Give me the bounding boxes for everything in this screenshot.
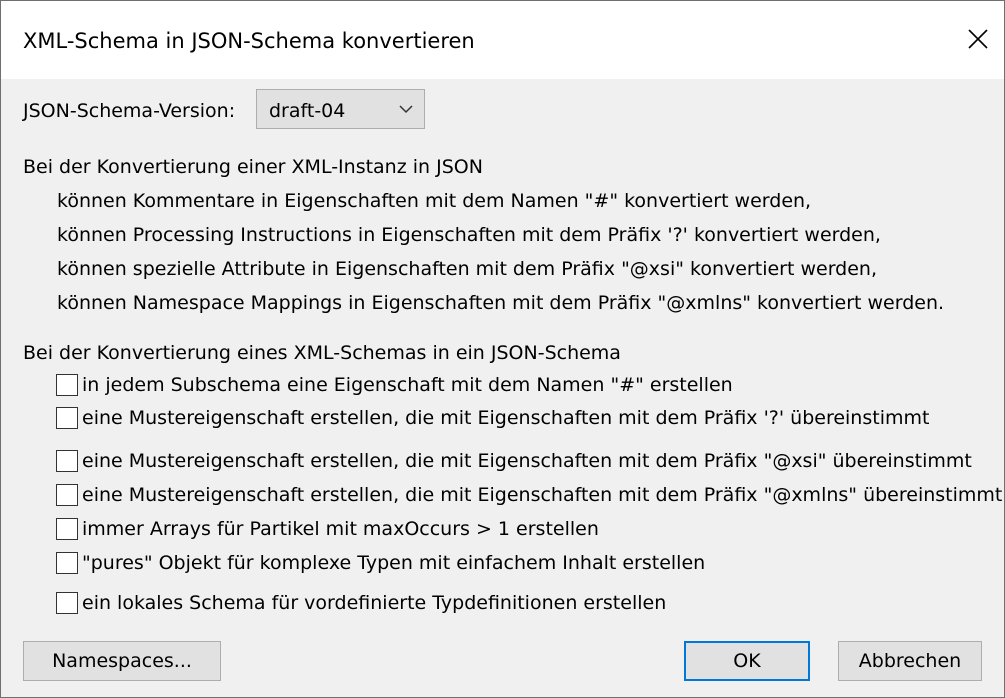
version-dropdown[interactable]: draft-04 [256,89,425,129]
ok-button[interactable]: OK [684,641,810,681]
instance-info-line: können Namespace Mappings in Eigenschaft… [57,292,945,314]
schema-section-heading: Bei der Konvertierung eines XML-Schemas … [23,342,621,364]
instance-info-line: können Processing Instructions in Eigens… [57,224,881,246]
checkbox[interactable] [56,407,78,429]
close-icon [968,29,988,49]
checkbox-label: eine Mustereigenschaft erstellen, die mi… [82,450,972,472]
checkbox-label: "pures" Objekt für komplexe Typen mit ei… [82,552,706,574]
checkbox[interactable] [56,374,78,396]
checkbox[interactable] [56,450,78,472]
checkbox-label: eine Mustereigenschaft erstellen, die mi… [82,407,930,429]
checkbox[interactable] [56,518,78,540]
checkbox[interactable] [56,592,78,614]
version-label: JSON-Schema-Version: [23,100,236,122]
checkbox-label: ein lokales Schema für vordefinierte Typ… [82,592,667,614]
instance-info-line: können spezielle Attribute in Eigenschaf… [57,258,877,280]
title-bar: XML-Schema in JSON-Schema konvertieren [1,1,1004,79]
instance-info-line: können Kommentare in Eigenschaften mit d… [57,190,812,212]
cancel-button[interactable]: Abbrechen [838,641,982,681]
checkbox-label: immer Arrays für Partikel mit maxOccurs … [82,518,599,540]
version-selected-value: draft-04 [269,100,346,122]
close-button[interactable] [952,15,1004,63]
checkbox[interactable] [56,484,78,506]
namespaces-button[interactable]: Namespaces... [23,641,221,681]
checkbox[interactable] [56,552,78,574]
convert-schema-dialog: XML-Schema in JSON-Schema konvertieren J… [0,0,1005,698]
checkbox-label: eine Mustereigenschaft erstellen, die mi… [82,484,1003,506]
instance-section-heading: Bei der Konvertierung einer XML-Instanz … [23,156,483,178]
checkbox-label: in jedem Subschema eine Eigenschaft mit … [82,374,733,396]
dialog-title: XML-Schema in JSON-Schema konvertieren [23,29,475,53]
chevron-down-icon [399,105,413,114]
